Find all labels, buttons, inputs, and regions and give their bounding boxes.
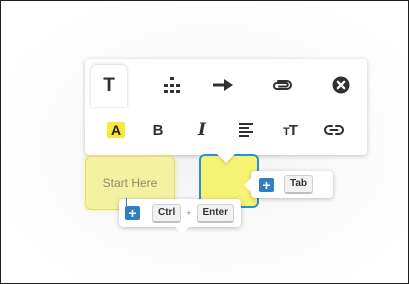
delete-tool-button[interactable] <box>324 68 358 102</box>
hierarchy-tool-button[interactable] <box>155 68 189 102</box>
text-size-button[interactable]: TT <box>273 113 307 147</box>
key-enter: Enter <box>196 203 235 223</box>
link-button[interactable] <box>317 113 351 147</box>
text-tool-button[interactable]: T <box>91 65 127 107</box>
toolbar-format-row: A B I TT <box>85 111 367 147</box>
toolbar-top-row: T <box>85 65 367 107</box>
hierarchy-icon <box>164 77 180 93</box>
key-tab: Tab <box>284 175 314 194</box>
link-icon <box>324 125 344 135</box>
text-size-icon: TT <box>283 121 298 139</box>
bold-icon: B <box>152 121 164 139</box>
close-circle-icon <box>332 76 350 94</box>
attach-tool-button[interactable] <box>265 68 299 102</box>
key-separator: + <box>186 208 192 218</box>
add-sibling-hint: + Ctrl + Enter <box>119 198 241 234</box>
highlight-icon: A <box>106 122 126 138</box>
align-button[interactable] <box>229 113 263 147</box>
plus-icon[interactable]: + <box>259 177 274 192</box>
italic-icon: I <box>198 120 206 140</box>
node-toolbar: T A B I TT <box>85 59 367 155</box>
bold-button[interactable]: B <box>141 113 175 147</box>
text-T-icon: T <box>103 75 115 96</box>
plus-icon[interactable]: + <box>125 198 140 220</box>
align-left-icon <box>239 123 253 137</box>
italic-button[interactable]: I <box>185 113 219 147</box>
paperclip-icon <box>273 80 292 90</box>
arrow-right-icon <box>213 79 233 91</box>
key-ctrl: Ctrl <box>152 203 182 223</box>
sticky-note-text: Start Here <box>102 176 158 190</box>
arrow-tool-button[interactable] <box>206 68 240 102</box>
toolbar-pointer <box>217 154 235 163</box>
canvas[interactable]: T A B I TT Start Here + Tab + Ctrl + Ent… <box>0 0 409 284</box>
add-child-hint: + Tab <box>244 171 333 198</box>
highlight-button[interactable]: A <box>99 113 133 147</box>
